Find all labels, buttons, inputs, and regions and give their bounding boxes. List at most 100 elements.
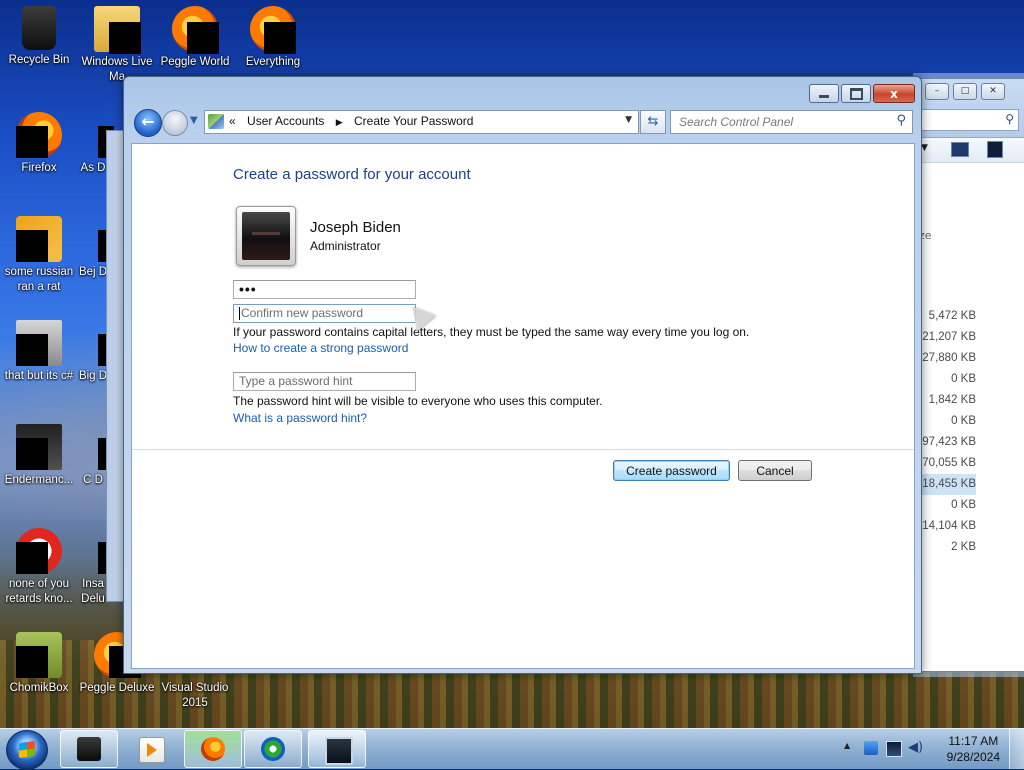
red-app-icon [16, 528, 62, 574]
minimize-button[interactable]: – [925, 83, 949, 100]
address-dropdown-icon[interactable]: ▼ [625, 115, 632, 125]
desktop-icon-that-but-csharp[interactable]: that but its c# [0, 320, 78, 384]
minimize-button[interactable] [809, 84, 839, 103]
address-bar[interactable]: « User Accounts ▶ Create Your Password ▼ [204, 110, 639, 134]
breadcrumb-user-accounts[interactable]: User Accounts [247, 114, 324, 128]
close-button[interactable]: ✕ [981, 83, 1005, 100]
desktop-icon-label: As D [80, 162, 106, 174]
file-size[interactable]: 2 KB [916, 537, 976, 558]
recycle-bin-icon [22, 6, 56, 50]
app-icon [83, 320, 114, 366]
desktop-icon-label: Big D [78, 370, 108, 382]
desktop-icon-label: Bej D [78, 266, 108, 278]
refresh-button[interactable]: ⇆ [640, 110, 666, 134]
desktop-icon-recycle-bin[interactable]: Recycle Bin [0, 6, 78, 68]
action-center-icon[interactable] [864, 741, 878, 755]
forward-button[interactable] [162, 110, 188, 136]
desktop-icon-none-of-you[interactable]: none of you retards kno... [0, 528, 78, 607]
clock[interactable]: 11:17 AM 9/28/2024 [947, 733, 1000, 765]
create-password-window[interactable]: x ← ▼ « User Accounts ▶ Create Your Pass… [123, 76, 922, 674]
desktop-icon-firefox[interactable]: Firefox [0, 112, 78, 176]
firefox-icon [201, 737, 225, 761]
breadcrumb-separator-icon[interactable]: ▶ [336, 117, 343, 127]
password-hint-field[interactable]: Type a password hint [233, 372, 416, 391]
desktop-icon-peggle-world[interactable]: Peggle World [156, 6, 234, 70]
create-password-button[interactable]: Create password [613, 460, 730, 481]
desktop-icon-label: Peggle Deluxe [79, 682, 155, 694]
desktop-icon-label: C D [83, 474, 103, 486]
desktop-icon-label: Firefox [21, 162, 57, 174]
search-placeholder: Search Control Panel [679, 115, 794, 129]
windows-logo-icon [19, 740, 35, 759]
desktop-icon-partial-1[interactable]: As D [78, 112, 114, 176]
file-size[interactable]: 21,207 KB [916, 327, 976, 348]
desktop-icon-label: some russian ran a rat [4, 266, 74, 293]
user-avatar [236, 206, 296, 266]
preview-pane-icon[interactable] [987, 141, 1003, 158]
dark-app-icon [77, 737, 101, 761]
cancel-button[interactable]: Cancel [738, 460, 812, 481]
content-pane: Create a password for your account Josep… [131, 143, 915, 669]
desktop-icon-partial-2[interactable]: Bej D [78, 216, 114, 280]
breadcrumb-overflow[interactable]: « [229, 114, 236, 128]
file-size[interactable]: 0 KB [916, 369, 976, 390]
endermanch-icon [16, 424, 62, 470]
desktop-icon-label: none of you retards kno... [5, 578, 73, 605]
show-desktop-button[interactable] [1009, 729, 1024, 769]
chevron-down-icon[interactable]: ▼ [921, 143, 928, 153]
desktop-icon-chomikbox[interactable]: ChomikBox [0, 632, 78, 696]
view-icon[interactable] [951, 142, 969, 157]
desktop-icon-partial-4[interactable]: C D [78, 424, 114, 488]
file-size[interactable]: 0 KB [916, 411, 976, 432]
file-size[interactable]: 1,842 KB [916, 390, 976, 411]
desktop-icon-endermanch[interactable]: Endermanc... [0, 424, 78, 488]
volume-icon[interactable]: ◀) [908, 741, 923, 755]
text-caret [239, 307, 240, 321]
show-hidden-icons-chevron-icon[interactable]: ▲ [844, 741, 850, 750]
network-icon[interactable] [886, 741, 902, 757]
taskbar-media-player[interactable] [122, 730, 182, 768]
file-size[interactable]: 5,472 KB [916, 306, 976, 327]
breadcrumb-create-your-password[interactable]: Create Your Password [354, 114, 473, 128]
taskbar-internet-explorer[interactable] [244, 730, 302, 768]
strong-password-link[interactable]: How to create a strong password [233, 341, 408, 355]
desktop-icon-partial-3[interactable]: Big D [78, 320, 114, 384]
desktop-icon-some-russian[interactable]: some russian ran a rat [0, 216, 78, 295]
caption-buttons: x [809, 84, 915, 103]
desktop-icon-partial-5[interactable]: Insa Delu [78, 528, 114, 607]
maximize-button[interactable] [841, 84, 871, 103]
file-size[interactable]: 97,423 KB [916, 432, 976, 453]
desktop-icon-everything[interactable]: Everything [234, 6, 312, 70]
taskbar: ▲ ◀) 11:17 AM 9/28/2024 [0, 728, 1024, 770]
search-control-panel-input[interactable]: Search Control Panel ⚲ [670, 110, 913, 134]
taskbar-app-dark[interactable] [60, 730, 118, 768]
confirm-password-field[interactable]: Confirm new password [233, 304, 416, 323]
desktop-icon-label: Insa Delu [81, 578, 105, 605]
explorer-search-input[interactable]: ⚲ [921, 109, 1019, 131]
user-role: Administrator [310, 239, 381, 253]
desktop-icon-label: that but its c# [4, 370, 74, 382]
password-hint-help-link[interactable]: What is a password hint? [233, 411, 367, 425]
hint-visibility-note: The password hint will be visible to eve… [233, 394, 603, 408]
back-button[interactable]: ← [134, 109, 162, 137]
recent-pages-dropdown[interactable]: ▼ [190, 115, 198, 126]
desktop-icon-windows-live[interactable]: Windows Live Ma [78, 6, 156, 85]
taskbar-control-panel[interactable] [308, 730, 366, 768]
copy-app-icon [16, 320, 62, 366]
clock-date: 9/28/2024 [946, 750, 1000, 764]
refresh-icon: ⇆ [647, 114, 659, 129]
file-size[interactable]: 727,880 KB [916, 348, 976, 369]
close-button[interactable]: x [873, 84, 915, 103]
new-password-field[interactable]: ••• [233, 280, 416, 299]
taskbar-firefox[interactable] [184, 730, 242, 768]
file-size[interactable]: 0 KB [916, 495, 976, 516]
maximize-button[interactable]: □ [953, 83, 977, 100]
file-size[interactable]: 214,104 KB [916, 516, 976, 537]
control-panel-icon [208, 114, 224, 129]
minimize-icon [819, 95, 829, 98]
peggle-world-icon [172, 6, 219, 54]
start-button[interactable] [6, 730, 48, 770]
file-size[interactable]: 70,055 KB [916, 453, 976, 474]
desktop-icon-label: ChomikBox [9, 682, 69, 694]
file-size-selected[interactable]: 18,455 KB [915, 474, 976, 495]
